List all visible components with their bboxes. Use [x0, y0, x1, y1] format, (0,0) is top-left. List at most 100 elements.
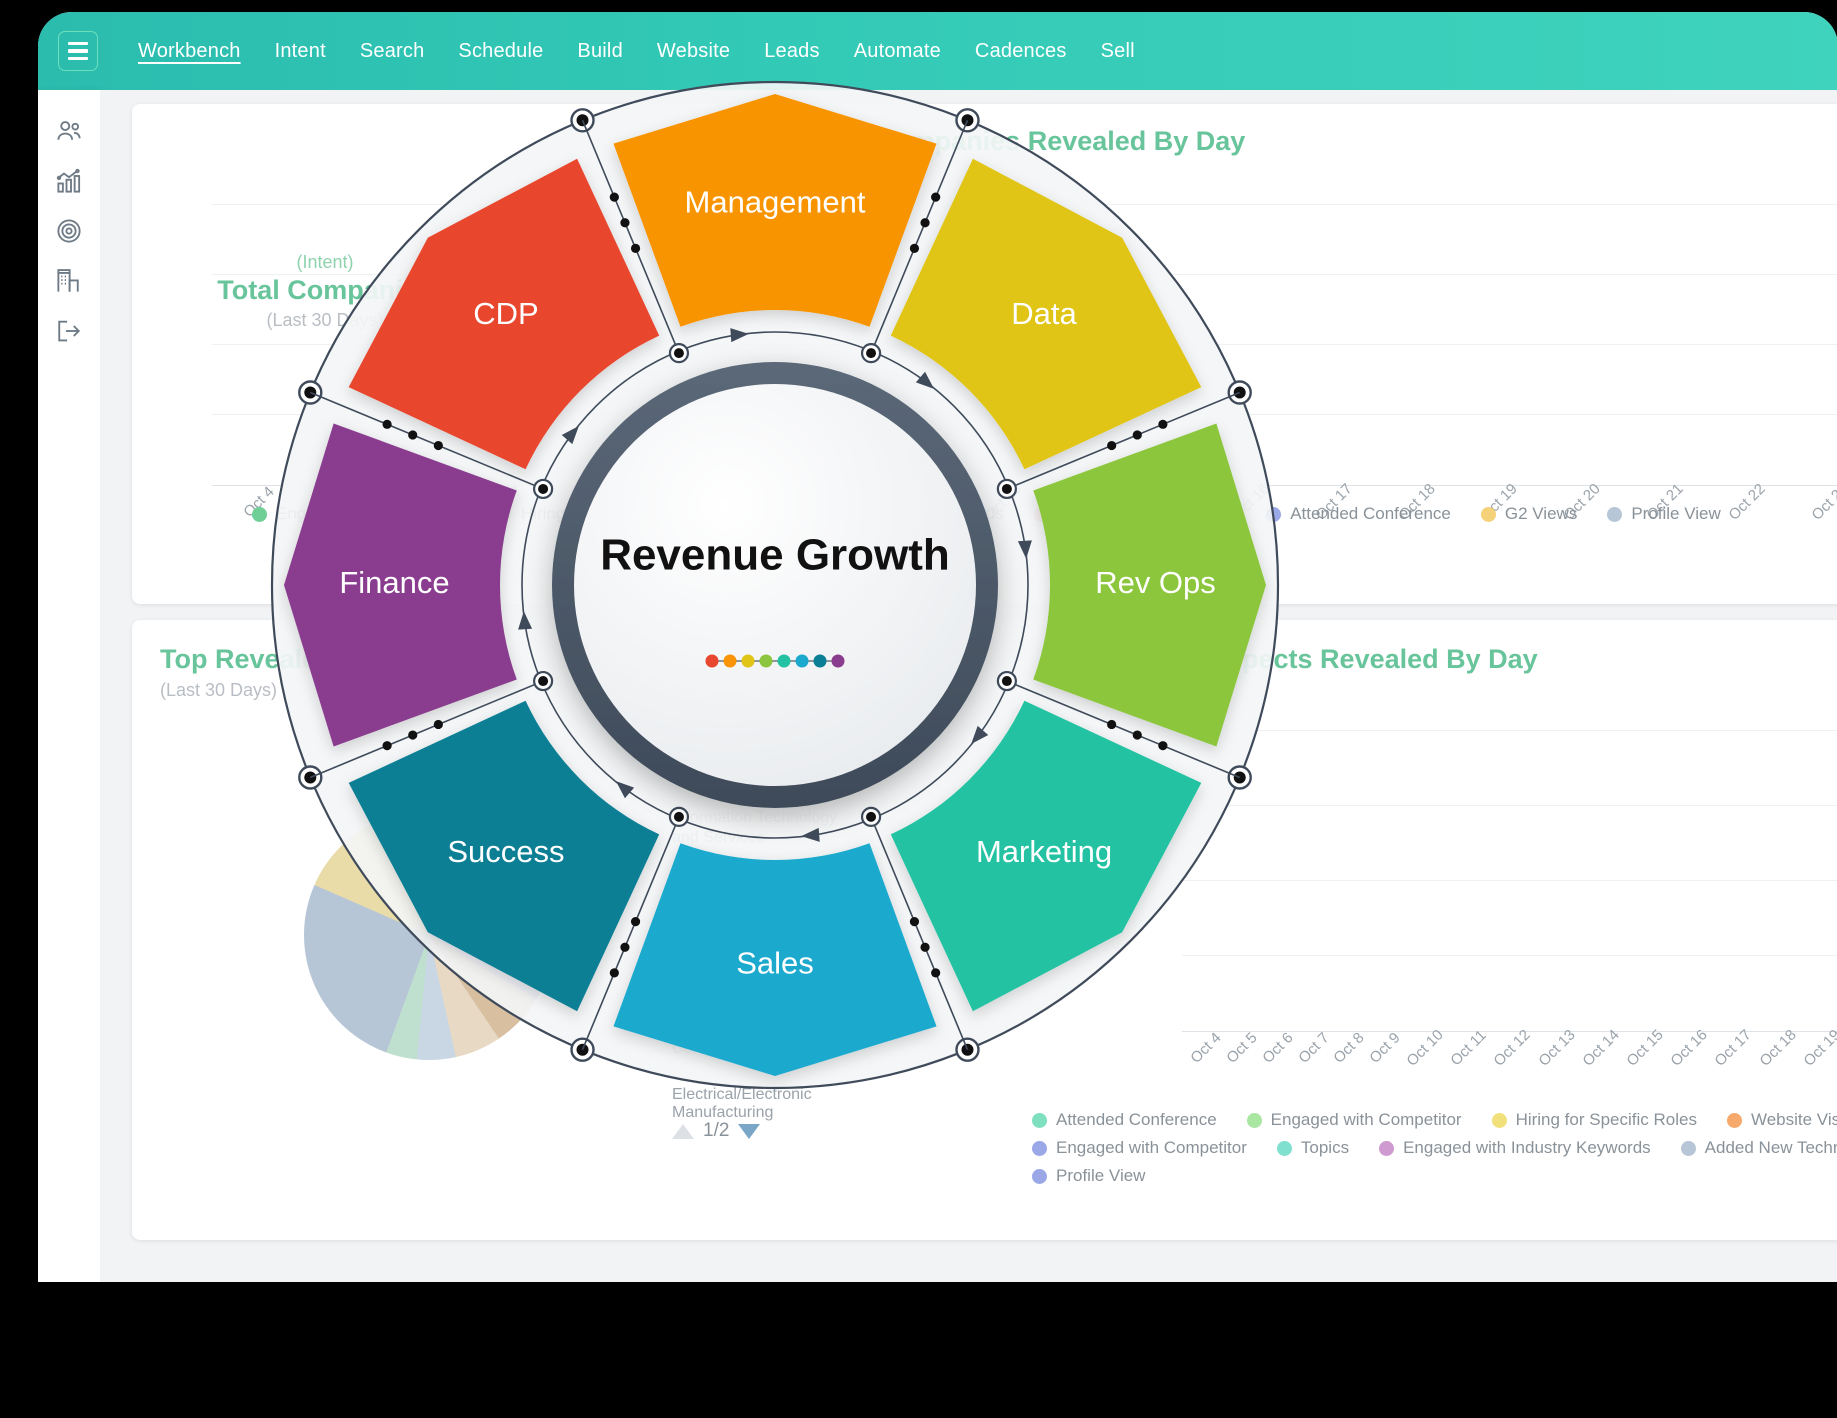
pager-up-icon[interactable] [672, 1123, 694, 1139]
bar-group[interactable] [212, 204, 295, 484]
bar-group[interactable] [1204, 204, 1287, 484]
bar-group[interactable] [1452, 204, 1535, 484]
legend-label: Hiring for Specific Roles [520, 504, 703, 523]
nav-item-cadences[interactable]: Cadences [975, 40, 1067, 63]
x-tick: Oct 14 [1573, 1026, 1622, 1069]
legend-label: Engaged with Competitor [1056, 1138, 1247, 1157]
nav-item-automate[interactable]: Automate [854, 40, 941, 63]
bar-group[interactable] [1802, 730, 1837, 1030]
legend-item[interactable]: Engaged with Industry Keywords [732, 504, 1004, 524]
x-axis-ticks: Oct 4 Oct 5 Oct 6 Oct 7 Oct 8 Oct 9 Oct 10 Oct … [1182, 1026, 1837, 1069]
bar-group[interactable] [791, 204, 874, 484]
x-tick: Oct 8 [1325, 1029, 1368, 1066]
bar-group[interactable] [1510, 730, 1546, 1030]
bar-group[interactable] [1218, 730, 1254, 1030]
bar-group[interactable] [708, 204, 791, 484]
legend-item[interactable]: Hiring for Specific Roles [1491, 1110, 1697, 1130]
legend-item[interactable]: Attended Conference [1032, 1110, 1217, 1130]
legend-swatch [1607, 506, 1623, 522]
bar-group[interactable] [956, 204, 1039, 484]
legend-item[interactable]: Engaged with Industry Keywords [1379, 1138, 1651, 1158]
bar-group[interactable] [1182, 730, 1218, 1030]
bar-group[interactable] [1783, 204, 1837, 484]
x-tick: Oct 18 [1750, 1026, 1799, 1069]
legend-swatch [496, 506, 512, 522]
users-icon[interactable] [54, 116, 84, 146]
legend-item[interactable]: Profile View [1607, 504, 1721, 524]
nav-item-intent[interactable]: Intent [275, 40, 326, 63]
bar-group[interactable] [1401, 730, 1437, 1030]
legend-swatch [1726, 1112, 1742, 1128]
nav-item-build[interactable]: Build [577, 40, 622, 63]
bar-group[interactable] [1547, 730, 1583, 1030]
dashboard-content: Companies Revealed By Day (Intent) Total… [100, 90, 1837, 1282]
bar-group[interactable] [543, 204, 626, 484]
legend-label: G2 Views [1504, 504, 1578, 523]
bar-group[interactable] [1369, 204, 1452, 484]
x-tick: Oct 7 [1290, 1029, 1332, 1066]
pager-label: 1/2 [703, 1120, 730, 1141]
x-tick: Oct 17 [1705, 1026, 1755, 1069]
bar-group[interactable] [1535, 204, 1618, 484]
bar-group[interactable] [1437, 730, 1473, 1030]
industries-pie-chart[interactable] [304, 810, 554, 1060]
bar-group[interactable] [1474, 730, 1510, 1030]
legend-item[interactable]: Website Visit [1726, 1110, 1837, 1130]
x-tick: Oct 5 [1218, 1029, 1260, 1066]
nav-item-sell[interactable]: Sell [1101, 40, 1135, 63]
target-icon[interactable] [54, 216, 84, 246]
pager-down-icon[interactable] [738, 1123, 761, 1139]
legend-label: Attended Conference [1056, 1110, 1217, 1129]
legend-label: Hiring for Specific Roles [1515, 1110, 1697, 1129]
legend-item[interactable]: Attended Conference [1266, 504, 1451, 524]
nav-item-workbench[interactable]: Workbench [138, 40, 241, 63]
bar-group[interactable] [625, 204, 708, 484]
bar-group[interactable] [1729, 730, 1765, 1030]
nav-item-search[interactable]: Search [360, 40, 425, 63]
bar-group[interactable] [1121, 204, 1204, 484]
pie-label-it: Information Technology and Services [672, 809, 838, 846]
nav-item-leads[interactable]: Leads [764, 40, 820, 63]
app-window: Workbench Intent Search Schedule Build W… [38, 12, 1837, 1282]
legend-item[interactable]: Hiring for Specific Roles [496, 504, 703, 524]
legend-swatch [1032, 1112, 1047, 1128]
bar-group[interactable] [1364, 730, 1400, 1030]
nav-item-schedule[interactable]: Schedule [458, 40, 543, 63]
bar-group[interactable] [295, 204, 378, 484]
main-nav: Workbench Intent Search Schedule Build W… [138, 40, 1135, 63]
bar-group[interactable] [1039, 204, 1122, 484]
x-tick: Oct 9 [1361, 1029, 1404, 1066]
legend-label: Engaged with Competitor [1270, 1110, 1462, 1129]
bar-group[interactable] [460, 204, 543, 484]
bar-group[interactable] [377, 204, 460, 484]
bar-group[interactable] [1583, 730, 1619, 1030]
bar-group[interactable] [1693, 730, 1729, 1030]
hamburger-menu-icon[interactable] [58, 31, 98, 71]
nav-item-website[interactable]: Website [657, 40, 730, 63]
legend-item[interactable]: G2 Views [1480, 504, 1578, 524]
bar-group[interactable] [1620, 730, 1656, 1030]
bar-group[interactable] [873, 204, 956, 484]
logout-icon[interactable] [54, 316, 84, 346]
bar-group[interactable] [1287, 204, 1370, 484]
bar-group[interactable] [1328, 730, 1364, 1030]
bar-group[interactable] [1656, 730, 1692, 1030]
bar-group[interactable] [1766, 730, 1802, 1030]
bar-group[interactable] [1700, 204, 1783, 484]
legend-item[interactable]: Added New Technology [1680, 1138, 1837, 1158]
legend-item[interactable]: Added New Technology [1033, 504, 1236, 524]
bar-group[interactable] [1255, 730, 1291, 1030]
legend-item[interactable]: Engaged with Competitor [252, 504, 467, 524]
bar-chart-icon[interactable] [54, 166, 84, 196]
legend-item[interactable]: Engaged with Competitor [1246, 1110, 1462, 1130]
legend-item[interactable]: Profile View [1032, 1166, 1145, 1186]
pie-pagination[interactable]: 1/2 [672, 1120, 761, 1142]
building-icon[interactable] [54, 266, 84, 296]
legend-swatch [1480, 506, 1496, 522]
legend-swatch [252, 506, 267, 522]
bar-group[interactable] [1291, 730, 1327, 1030]
legend-label: Profile View [1056, 1166, 1146, 1185]
legend-item[interactable]: Engaged with Competitor [1032, 1138, 1247, 1158]
bar-group[interactable] [1617, 204, 1700, 484]
legend-item[interactable]: Topics [1276, 1138, 1349, 1158]
